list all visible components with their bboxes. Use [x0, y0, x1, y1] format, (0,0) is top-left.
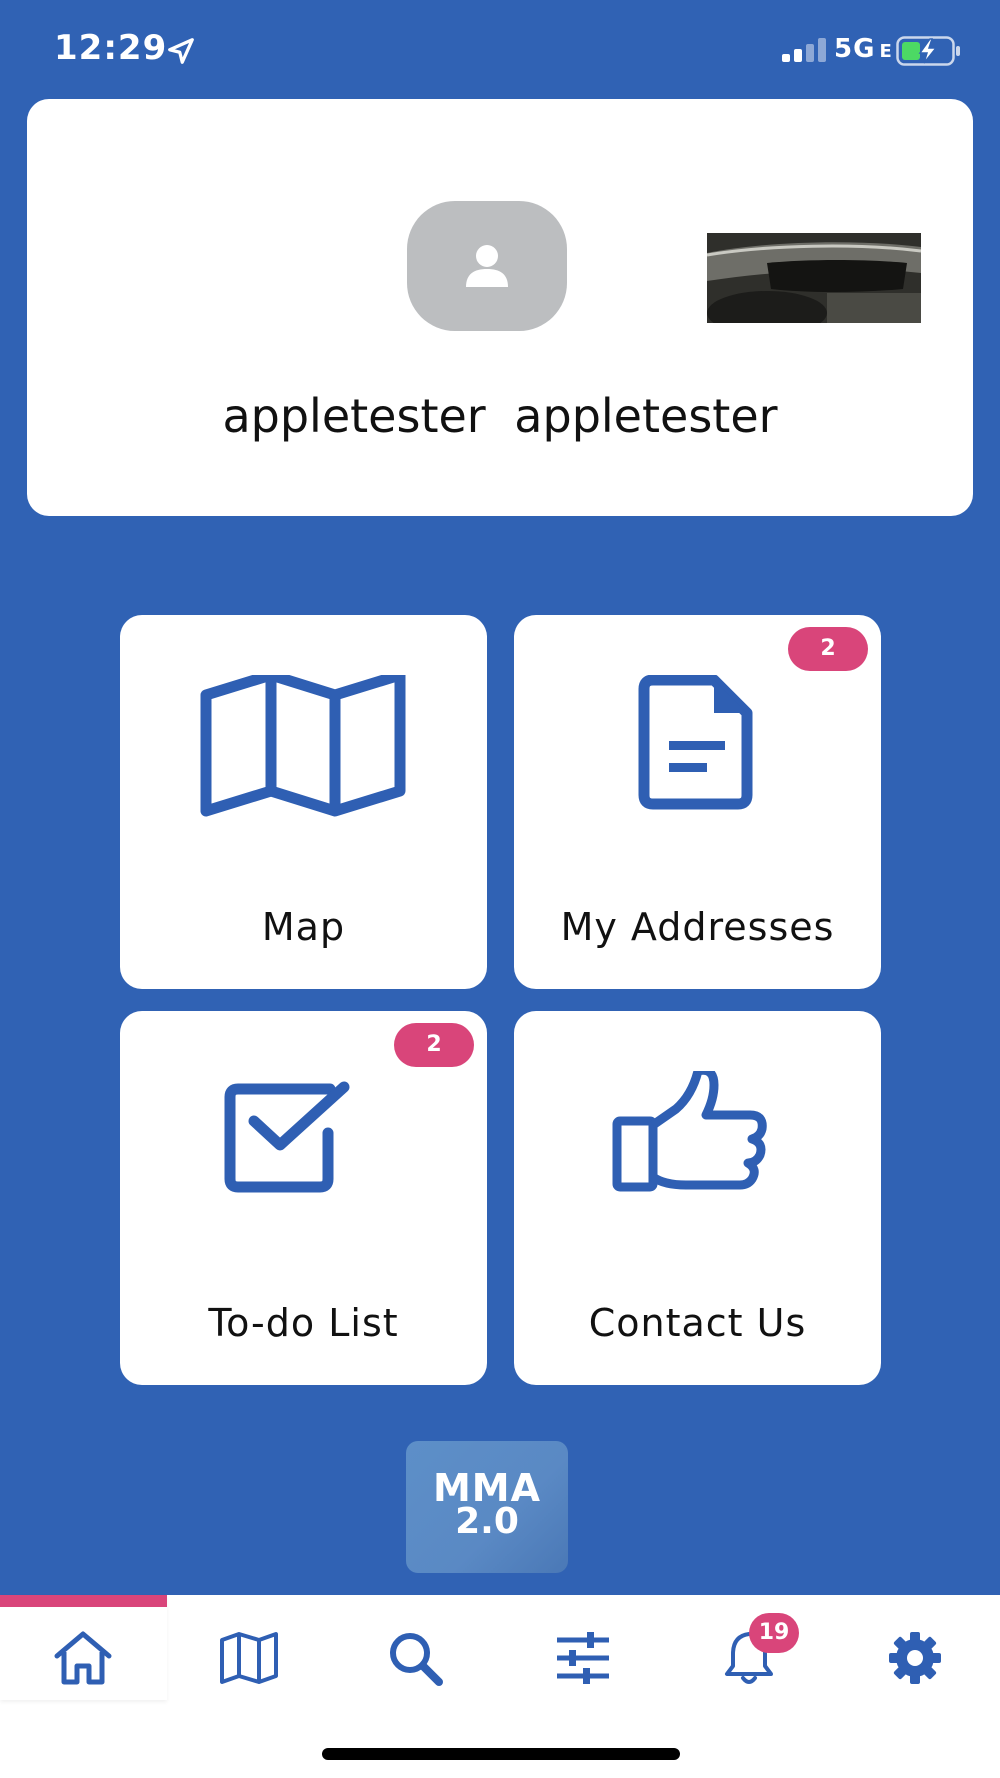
network-suffix: E: [879, 41, 893, 62]
active-tab-indicator: [0, 1595, 167, 1607]
tile-todo-list[interactable]: 2 To-do List: [120, 1011, 487, 1385]
tile-my-addresses[interactable]: 2 My Addresses: [514, 615, 881, 989]
user-icon: [466, 245, 508, 287]
tile-map[interactable]: Map: [120, 615, 487, 989]
vehicle-photo[interactable]: [707, 233, 921, 323]
home-indicator[interactable]: [322, 1748, 680, 1760]
tile-label-todo-list: To-do List: [208, 1301, 399, 1345]
status-bar: 12:29 5G E: [0, 0, 1000, 100]
profile-card[interactable]: appletester appletester: [27, 99, 973, 516]
tile-contact-us[interactable]: Contact Us: [514, 1011, 881, 1385]
home-icon: [54, 1631, 112, 1685]
sliders-icon: [557, 1632, 609, 1684]
tab-notifications[interactable]: 19: [704, 1613, 799, 1703]
tab-home[interactable]: [38, 1613, 128, 1703]
avatar[interactable]: [407, 201, 567, 331]
map-icon: [220, 1632, 278, 1684]
search-icon: [390, 1633, 443, 1686]
tab-filters[interactable]: [538, 1613, 628, 1703]
network-type: 5G E: [834, 34, 893, 64]
tab-search[interactable]: [370, 1613, 460, 1703]
cellular-signal-icon: [782, 38, 826, 62]
battery-charging-icon: [896, 36, 960, 66]
thumbs-up-icon: [612, 1071, 767, 1192]
profile-name: appletester appletester: [222, 389, 778, 443]
tile-label-contact-us: Contact Us: [588, 1301, 807, 1345]
folded-map-icon: [200, 675, 406, 817]
tile-label-my-addresses: My Addresses: [560, 905, 835, 949]
tab-map[interactable]: [204, 1613, 294, 1703]
addresses-count-badge: 2: [788, 627, 868, 671]
license-plate-image: [707, 233, 921, 323]
logo-line-2: 2.0: [455, 1501, 519, 1542]
status-time: 12:29: [54, 28, 168, 68]
logo-line-1: MMA: [432, 1466, 542, 1510]
tab-settings[interactable]: [870, 1613, 960, 1703]
app-logo: MMA 2.0: [406, 1441, 568, 1573]
gear-icon: [889, 1632, 941, 1684]
document-icon: [638, 675, 753, 810]
checkbox-check-icon: [224, 1081, 350, 1193]
home-screen: 12:29 5G E appletester appletester Map 2…: [0, 0, 1000, 1778]
network-label: 5G: [834, 34, 876, 64]
notification-count-badge: 19: [749, 1613, 799, 1653]
tile-label-map: Map: [261, 905, 346, 949]
location-arrow-icon: [168, 38, 194, 64]
todo-count-badge: 2: [394, 1023, 474, 1067]
